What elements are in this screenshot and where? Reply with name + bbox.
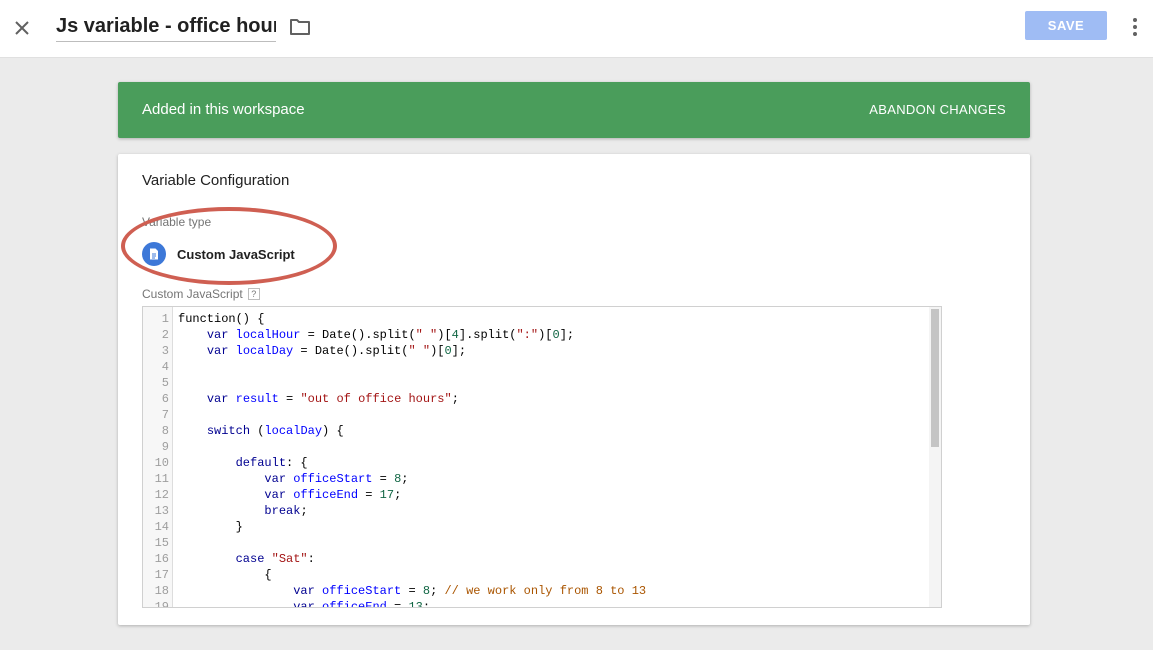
document-icon — [142, 242, 166, 266]
code-line: 13 break; — [143, 503, 928, 519]
code-line: 9 — [143, 439, 928, 455]
code-text: } — [178, 520, 243, 534]
code-line: 12 var officeEnd = 17; — [143, 487, 928, 503]
line-number: 6 — [161, 392, 169, 406]
code-line: 10 default: { — [143, 455, 928, 471]
code-text: { — [178, 568, 272, 582]
line-number: 19 — [154, 600, 169, 608]
variable-type-label: Variable type — [142, 215, 212, 229]
code-text: case "Sat": — [235, 552, 315, 566]
help-icon[interactable]: ? — [247, 288, 260, 300]
save-button[interactable]: SAVE — [1025, 11, 1107, 40]
more-vertical-icon — [1133, 18, 1137, 22]
line-number: 7 — [161, 408, 169, 422]
card-title: Variable Configuration — [142, 172, 290, 189]
code-line: 14 } — [143, 519, 928, 535]
line-number: 18 — [154, 584, 169, 598]
line-number: 1 — [161, 312, 169, 326]
code-line: 16 case "Sat": — [143, 551, 928, 567]
code-text: default: { — [235, 456, 308, 470]
code-text: var localDay = Date().split(" ")[0]; — [206, 344, 467, 358]
code-line: 5 — [143, 375, 928, 391]
line-number: 9 — [161, 440, 169, 454]
line-number: 4 — [161, 360, 169, 374]
code-text: function() { — [178, 312, 265, 326]
code-line: 6 var result = "out of office hours"; — [143, 391, 928, 407]
line-number: 5 — [161, 376, 169, 390]
line-number: 15 — [154, 536, 169, 550]
code-line: 1 function() { — [143, 311, 928, 327]
code-line: 19 var officeEnd = 13; — [143, 599, 928, 608]
custom-javascript-label-text: Custom JavaScript — [142, 287, 243, 301]
code-text: var officeEnd = 13; — [293, 600, 431, 608]
line-number: 8 — [161, 424, 169, 438]
banner-message: Added in this workspace — [142, 101, 305, 118]
editor-scrollbar[interactable] — [929, 307, 941, 607]
folder-button[interactable] — [288, 15, 312, 39]
code-line: 17 { — [143, 567, 928, 583]
code-text: var result = "out of office hours"; — [206, 392, 459, 406]
code-lines: 1 function() {2 var localHour = Date().sp… — [143, 311, 928, 608]
line-number: 13 — [154, 504, 169, 518]
code-line: 2 var localHour = Date().split(" ")[4].s… — [143, 327, 928, 343]
code-line: 3 var localDay = Date().split(" ")[0]; — [143, 343, 928, 359]
more-options-button[interactable] — [1124, 14, 1146, 40]
code-text: var officeEnd = 17; — [264, 488, 402, 502]
custom-javascript-label: Custom JavaScript ? — [142, 287, 260, 301]
folder-icon — [290, 19, 310, 35]
editor-scrollbar-thumb[interactable] — [931, 309, 939, 447]
code-text: break; — [264, 504, 308, 518]
code-text: var localHour = Date().split(" ")[4].spl… — [206, 328, 575, 342]
code-text: var officeStart = 8; — [264, 472, 409, 486]
line-number: 11 — [154, 472, 169, 486]
variable-name-input[interactable]: Js variable - office hours — [56, 10, 276, 42]
code-line: 7 — [143, 407, 928, 423]
code-line: 15 — [143, 535, 928, 551]
line-number: 10 — [154, 456, 169, 470]
close-button[interactable] — [8, 14, 36, 42]
line-number: 14 — [154, 520, 169, 534]
code-line: 8 switch (localDay) { — [143, 423, 928, 439]
code-text: var officeStart = 8; // we work only fro… — [293, 584, 647, 598]
code-line: 18 var officeStart = 8; // we work only … — [143, 583, 928, 599]
code-line: 4 — [143, 359, 928, 375]
line-number: 17 — [154, 568, 169, 582]
variable-type-name: Custom JavaScript — [177, 246, 295, 262]
variable-configuration-card: Variable Configuration Variable type Cus… — [118, 154, 1030, 625]
close-icon — [15, 21, 29, 35]
top-app-bar: Js variable - office hours SAVE — [0, 0, 1153, 58]
code-line: 11 var officeStart = 8; — [143, 471, 928, 487]
abandon-changes-button[interactable]: ABANDON CHANGES — [869, 82, 1006, 137]
code-text: switch (localDay) { — [206, 424, 344, 438]
line-number: 3 — [161, 344, 169, 358]
line-number: 12 — [154, 488, 169, 502]
variable-type-selector[interactable]: Custom JavaScript — [142, 242, 295, 266]
line-number: 2 — [161, 328, 169, 342]
workspace-status-banner: Added in this workspace ABANDON CHANGES — [118, 82, 1030, 138]
code-editor[interactable]: 1 function() {2 var localHour = Date().sp… — [142, 306, 942, 608]
line-number: 16 — [154, 552, 169, 566]
